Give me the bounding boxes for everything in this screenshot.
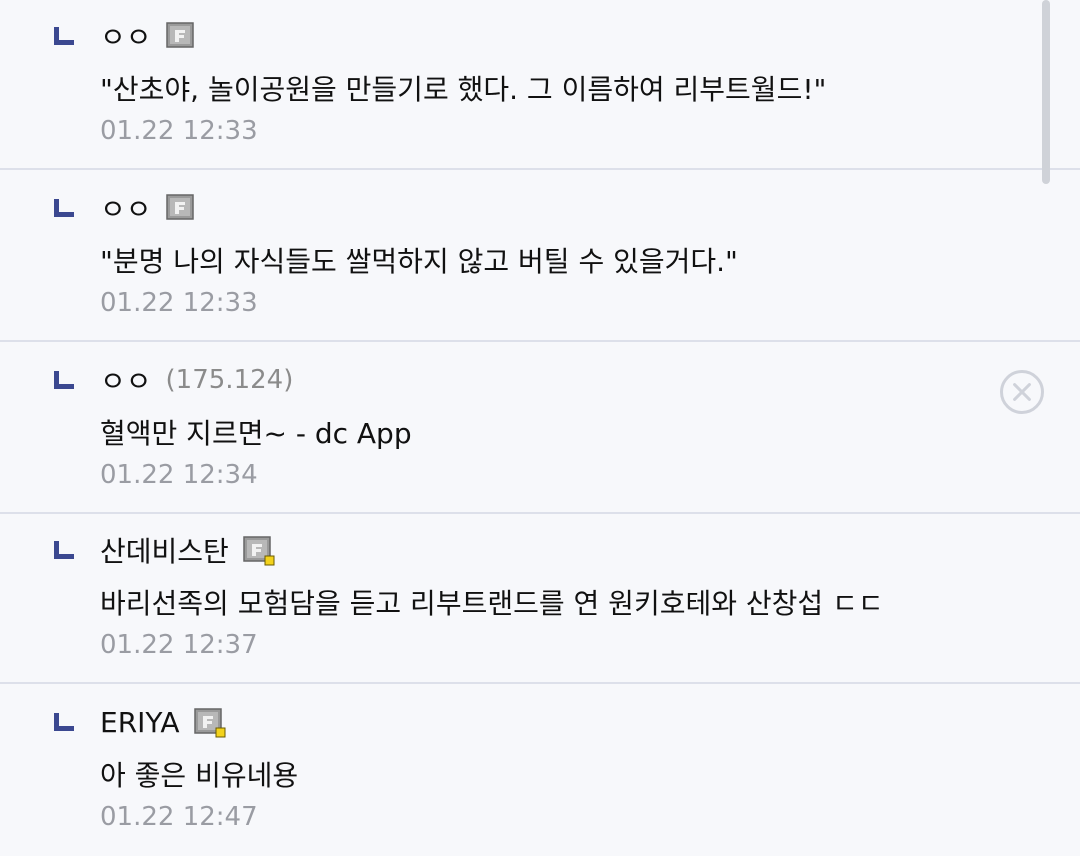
comment-text: 바리선족의 모험담을 듣고 리부트랜드를 연 원키호테와 산창섭 ㄷㄷ [100,587,884,620]
fixed-nick-icon [165,22,196,50]
comment-author: ERIYA [100,702,225,742]
comment-item: ㅇㅇ (175.124) 혈액만 지르면~ - dc App 01.22 12:… [0,344,1080,514]
comment-date: 01.22 12:34 [100,460,258,490]
nickname[interactable]: ㅇㅇ [100,360,152,400]
scrollbar[interactable] [1042,0,1050,184]
reply-arrow-icon [54,713,74,731]
comment-date: 01.22 12:37 [100,630,258,660]
comment-date: 01.22 12:33 [100,116,258,146]
reply-arrow-icon [54,27,74,45]
ip-address: (175.124) [165,365,294,395]
reply-arrow-icon [54,371,74,389]
delete-comment-button[interactable] [1000,370,1044,414]
nickname[interactable]: ERIYA [100,706,180,739]
comment-date: 01.22 12:33 [100,288,258,318]
comment-item: ㅇㅇ "분명 나의 자식들도 쌀먹하지 않고 버틸 수 있을거다." 01.22… [0,172,1080,342]
fixed-nick-icon [165,194,196,222]
reply-arrow-icon [54,199,74,217]
reply-arrow-icon [54,541,74,559]
comment-author: ㅇㅇ (175.124) [100,360,293,400]
nickname[interactable]: 산데비스탄 [100,530,229,570]
comment-item: ERIYA 아 좋은 비유네용 01.22 12:47 [0,686,1080,856]
comment-item: 산데비스탄 바리선족의 모험담을 듣고 리부트랜드를 연 원키호테와 산창섭 ㄷ… [0,514,1080,684]
comment-date: 01.22 12:47 [100,802,258,832]
semi-fixed-nick-icon [193,708,225,738]
comment-text: "분명 나의 자식들도 쌀먹하지 않고 버틸 수 있을거다." [100,245,738,278]
nickname[interactable]: ㅇㅇ [100,16,152,56]
comment-item: ㅇㅇ "산초야, 놀이공원을 만들기로 했다. 그 이름하여 리부트월드!" 0… [0,0,1080,170]
comment-author: ㅇㅇ [100,188,196,228]
nickname[interactable]: ㅇㅇ [100,188,152,228]
semi-fixed-nick-icon [243,536,275,566]
comment-author: 산데비스탄 [100,530,275,570]
comment-text: 혈액만 지르면~ - dc App [100,417,412,450]
comment-text: 아 좋은 비유네용 [100,759,299,792]
comment-text: "산초야, 놀이공원을 만들기로 했다. 그 이름하여 리부트월드!" [100,73,827,106]
comment-author: ㅇㅇ [100,16,196,56]
